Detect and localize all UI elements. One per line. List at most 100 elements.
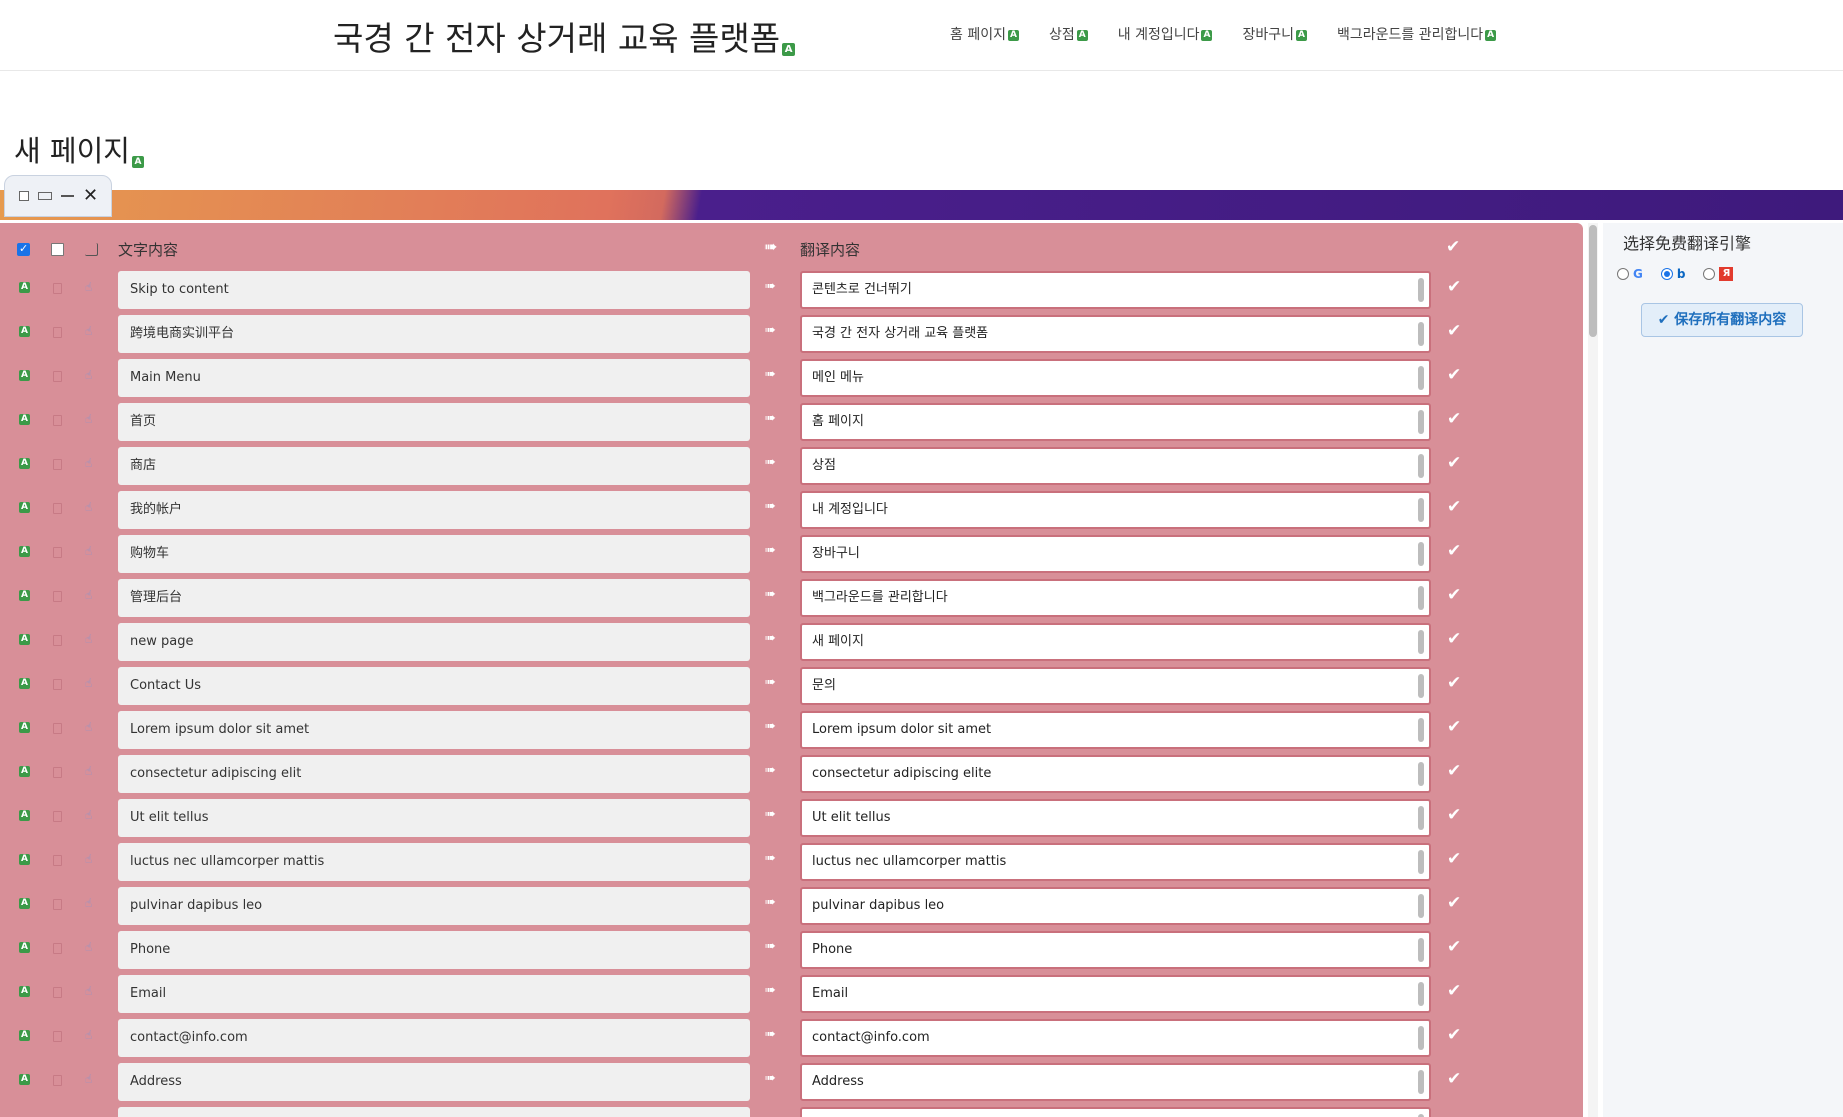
translation-input[interactable]: luctus nec ullamcorper mattis — [800, 843, 1431, 881]
translate-badge-icon[interactable]: A — [19, 854, 30, 865]
translation-input[interactable]: 백그라운드를 관리합니다 — [800, 579, 1431, 617]
pointer-icon[interactable]: ☝ — [85, 412, 92, 426]
confirm-check-icon[interactable]: ✔ — [1447, 805, 1461, 825]
pointer-icon[interactable]: ☝ — [85, 544, 92, 558]
engine-radio-bing[interactable] — [1660, 268, 1673, 280]
pointer-icon[interactable]: ☝ — [85, 676, 92, 690]
translate-badge-icon[interactable]: A — [19, 678, 30, 689]
restore-icon[interactable] — [38, 192, 52, 200]
confirm-check-icon[interactable]: ✔ — [1447, 541, 1461, 561]
pointer-icon[interactable]: ☝ — [85, 280, 92, 294]
confirm-check-icon[interactable]: ✔ — [1447, 277, 1461, 297]
translation-input[interactable]: Phone — [800, 931, 1431, 969]
translation-input[interactable]: 장바구니 — [800, 535, 1431, 573]
nav-item-admin[interactable]: 백그라운드를 관리합니다 A — [1337, 24, 1497, 44]
copy-icon[interactable] — [53, 459, 62, 470]
copy-icon[interactable] — [53, 767, 62, 778]
translate-badge-icon[interactable]: A — [19, 986, 30, 997]
translate-badge-icon[interactable]: A — [19, 502, 30, 513]
translation-input[interactable]: 메인 메뉴 — [800, 359, 1431, 397]
confirm-check-icon[interactable]: ✔ — [1447, 321, 1461, 341]
nav-item-account[interactable]: 내 계정입니다 A — [1118, 24, 1213, 44]
pointer-icon[interactable]: ☝ — [85, 588, 92, 602]
pointer-icon[interactable]: ☝ — [85, 1072, 92, 1086]
translate-badge-icon[interactable]: A — [19, 766, 30, 777]
translation-input[interactable]: 상점 — [800, 447, 1431, 485]
translate-badge-icon[interactable]: A — [1485, 29, 1497, 41]
pointer-icon[interactable]: ☝ — [85, 632, 92, 646]
pointer-icon[interactable]: ☝ — [85, 500, 92, 514]
pointer-icon[interactable]: ☝ — [85, 852, 92, 866]
translation-input[interactable] — [800, 1107, 1431, 1117]
close-icon[interactable]: ✕ — [83, 187, 98, 205]
translate-badge-icon[interactable]: A — [19, 898, 30, 909]
pointer-icon[interactable]: ☝ — [85, 808, 92, 822]
copy-icon[interactable] — [53, 855, 62, 866]
copy-icon[interactable] — [53, 1075, 62, 1086]
scrollbar[interactable] — [1588, 223, 1598, 1117]
copy-icon[interactable] — [53, 591, 62, 602]
translation-input[interactable]: consectetur adipiscing elite — [800, 755, 1431, 793]
nav-item-cart[interactable]: 장바구니 A — [1242, 24, 1308, 44]
copy-icon[interactable] — [53, 987, 62, 998]
copy-icon[interactable] — [53, 371, 62, 382]
minimize-icon[interactable] — [61, 195, 74, 197]
copy-icon[interactable] — [53, 283, 62, 294]
save-all-translations-button[interactable]: ✔ 保存所有翻译内容 — [1641, 303, 1803, 337]
translation-input[interactable]: 새 페이지 — [800, 623, 1431, 661]
translate-badge-icon[interactable]: A — [131, 156, 144, 168]
translate-badge-icon[interactable]: A — [1076, 29, 1088, 41]
confirm-check-icon[interactable]: ✔ — [1447, 761, 1461, 781]
site-title[interactable]: 국경 간 전자 상거래 교육 플랫폼 A — [333, 12, 796, 60]
translate-badge-icon[interactable]: A — [782, 43, 796, 56]
translation-input[interactable]: Address — [800, 1063, 1431, 1101]
translation-input[interactable]: 콘텐츠로 건너뛰기 — [800, 271, 1431, 309]
translate-badge-icon[interactable]: A — [19, 282, 30, 293]
confirm-check-icon[interactable]: ✔ — [1447, 893, 1461, 913]
translate-badge-icon[interactable]: A — [19, 590, 30, 601]
translation-input[interactable]: contact@info.com — [800, 1019, 1431, 1057]
tool-all-icon[interactable] — [85, 243, 98, 256]
translation-input[interactable]: 홈 페이지 — [800, 403, 1431, 441]
engine-radio-yandex[interactable] — [1703, 268, 1716, 280]
pointer-icon[interactable]: ☝ — [85, 720, 92, 734]
copy-icon[interactable] — [53, 943, 62, 954]
confirm-check-icon[interactable]: ✔ — [1447, 1025, 1461, 1045]
copy-icon[interactable] — [53, 635, 62, 646]
translation-input[interactable]: 내 계정입니다 — [800, 491, 1431, 529]
engine-radio-google[interactable] — [1617, 268, 1629, 280]
translation-input[interactable]: pulvinar dapibus leo — [800, 887, 1431, 925]
copy-icon[interactable] — [53, 547, 62, 558]
copy-icon[interactable] — [53, 899, 62, 910]
confirm-check-icon[interactable]: ✔ — [1447, 409, 1461, 429]
select-all-icon[interactable] — [19, 191, 29, 201]
copy-all-icon[interactable] — [51, 243, 64, 256]
pointer-icon[interactable]: ☝ — [85, 1028, 92, 1042]
copy-icon[interactable] — [53, 679, 62, 690]
pointer-icon[interactable]: ☝ — [85, 984, 92, 998]
copy-icon[interactable] — [53, 415, 62, 426]
confirm-check-icon[interactable]: ✔ — [1447, 585, 1461, 605]
translate-badge-icon[interactable]: A — [1007, 29, 1019, 41]
copy-icon[interactable] — [53, 327, 62, 338]
translate-badge-icon[interactable]: A — [19, 546, 30, 557]
nav-item-shop[interactable]: 상점 A — [1049, 24, 1088, 44]
translation-input[interactable]: 문의 — [800, 667, 1431, 705]
translation-input[interactable]: Ut elit tellus — [800, 799, 1431, 837]
confirm-check-icon[interactable]: ✔ — [1447, 629, 1461, 649]
confirm-check-icon[interactable]: ✔ — [1447, 717, 1461, 737]
translate-badge-icon[interactable]: A — [19, 722, 30, 733]
pointer-icon[interactable]: ☝ — [85, 368, 92, 382]
check-all-icon[interactable]: ✔ — [1446, 237, 1460, 257]
confirm-check-icon[interactable]: ✔ — [1447, 1113, 1461, 1117]
scrollbar-thumb[interactable] — [1589, 225, 1597, 337]
translation-input[interactable]: 국경 간 전자 상거래 교육 플랫폼 — [800, 315, 1431, 353]
confirm-check-icon[interactable]: ✔ — [1447, 981, 1461, 1001]
pointer-icon[interactable]: ☝ — [85, 896, 92, 910]
translate-badge-icon[interactable]: A — [19, 1074, 30, 1085]
pointer-icon[interactable]: ☝ — [85, 940, 92, 954]
translate-badge-icon[interactable]: A — [19, 414, 30, 425]
pointer-icon[interactable]: ☝ — [85, 456, 92, 470]
confirm-check-icon[interactable]: ✔ — [1447, 497, 1461, 517]
translate-badge-icon[interactable]: A — [19, 810, 30, 821]
